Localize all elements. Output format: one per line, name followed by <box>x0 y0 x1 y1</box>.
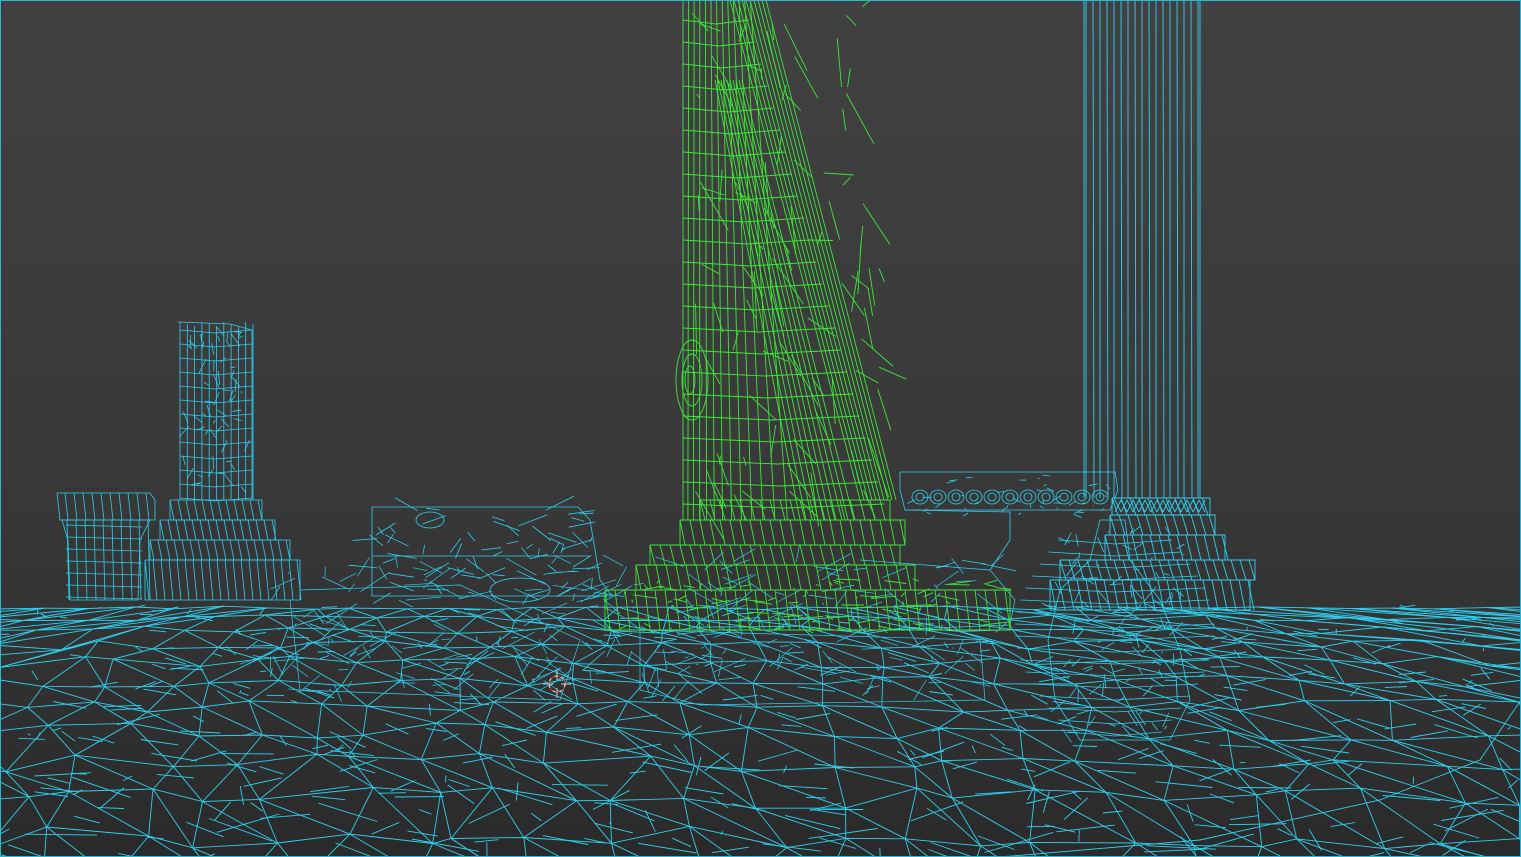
3d-viewport[interactable] <box>0 0 1521 857</box>
wireframe-scene[interactable] <box>0 0 1521 857</box>
